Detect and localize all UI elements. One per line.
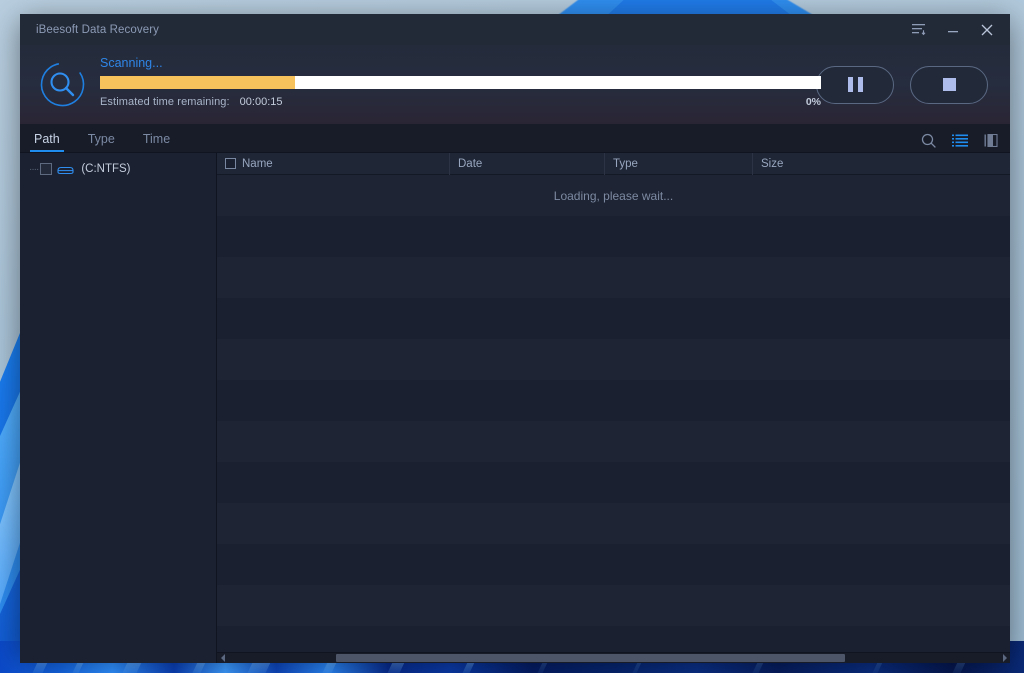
column-header-date[interactable]: Date	[449, 153, 604, 175]
scrollbar-track[interactable]	[228, 653, 999, 664]
view-toolbar	[921, 133, 998, 148]
table-row	[217, 298, 1010, 339]
horizontal-scrollbar[interactable]	[217, 652, 1010, 663]
column-header-name-label: Name	[242, 158, 273, 170]
table-row	[217, 380, 1010, 421]
pause-icon	[848, 77, 863, 92]
progress-area: Scanning... Estimated time remaining: 00…	[100, 56, 804, 114]
tab-type[interactable]: Type	[74, 132, 129, 152]
column-header-type-label: Type	[613, 158, 638, 170]
eta-value: 00:00:15	[240, 96, 283, 108]
table-row	[217, 626, 1010, 652]
column-header-type[interactable]: Type	[604, 153, 752, 175]
filter-tab-bar: Path Type Time	[20, 124, 1010, 153]
column-header-name[interactable]: Name	[217, 153, 449, 175]
scan-control-buttons	[816, 66, 988, 104]
minimize-icon[interactable]	[936, 14, 970, 45]
search-icon[interactable]	[921, 133, 936, 148]
table-row	[217, 544, 1010, 585]
scroll-right-arrow[interactable]	[999, 653, 1010, 664]
path-tree-sidebar: ···· (C:NTFS)	[20, 153, 217, 663]
scan-progress-panel: Scanning... Estimated time remaining: 00…	[20, 45, 1010, 124]
scrollbar-thumb[interactable]	[336, 654, 845, 662]
list-view-icon[interactable]	[952, 134, 968, 147]
results-table: Name Date Type Size	[217, 153, 1010, 663]
progress-bar-fill	[100, 76, 295, 89]
progress-bar-track	[100, 76, 821, 89]
title-bar[interactable]: iBeesoft Data Recovery	[20, 14, 1010, 45]
table-header-row: Name Date Type Size	[217, 153, 1010, 175]
application-window: iBeesoft Data Recovery	[20, 14, 1010, 655]
column-header-size[interactable]: Size	[752, 153, 1010, 175]
eta-row: Estimated time remaining: 00:00:15 0%	[100, 96, 821, 108]
app-title: iBeesoft Data Recovery	[36, 24, 159, 36]
table-row	[217, 462, 1010, 503]
stop-icon	[943, 78, 956, 91]
pause-scan-button[interactable]	[816, 66, 894, 104]
scan-status-text: Scanning...	[100, 56, 163, 70]
progress-percent-label: 0%	[806, 96, 821, 108]
desktop-background: iBeesoft Data Recovery	[0, 0, 1024, 673]
tree-item-drive-c[interactable]: ···· (C:NTFS)	[20, 158, 216, 180]
tree-connector: ····	[29, 164, 38, 175]
window-controls	[902, 14, 1004, 45]
table-row	[217, 421, 1010, 462]
magnifier-scan-icon	[39, 61, 86, 108]
hamburger-menu-icon[interactable]	[902, 14, 936, 45]
content-area: ···· (C:NTFS) Name	[20, 153, 1010, 663]
table-row	[217, 175, 1010, 216]
tab-time[interactable]: Time	[129, 132, 184, 152]
tab-path[interactable]: Path	[20, 132, 74, 152]
table-row	[217, 585, 1010, 626]
close-icon[interactable]	[970, 14, 1004, 45]
scroll-left-arrow[interactable]	[217, 653, 228, 664]
select-all-checkbox[interactable]	[225, 158, 236, 169]
stop-scan-button[interactable]	[910, 66, 988, 104]
column-header-date-label: Date	[458, 158, 482, 170]
tree-item-checkbox[interactable]	[40, 163, 52, 175]
table-row	[217, 216, 1010, 257]
table-row	[217, 503, 1010, 544]
table-row	[217, 257, 1010, 298]
column-header-size-label: Size	[761, 158, 783, 170]
preview-panel-icon[interactable]	[984, 134, 998, 147]
eta-label: Estimated time remaining:	[100, 96, 230, 108]
tree-item-label: (C:NTFS)	[81, 163, 130, 175]
table-body[interactable]: Loading, please wait...	[217, 175, 1010, 652]
table-row	[217, 339, 1010, 380]
drive-icon	[57, 163, 74, 175]
